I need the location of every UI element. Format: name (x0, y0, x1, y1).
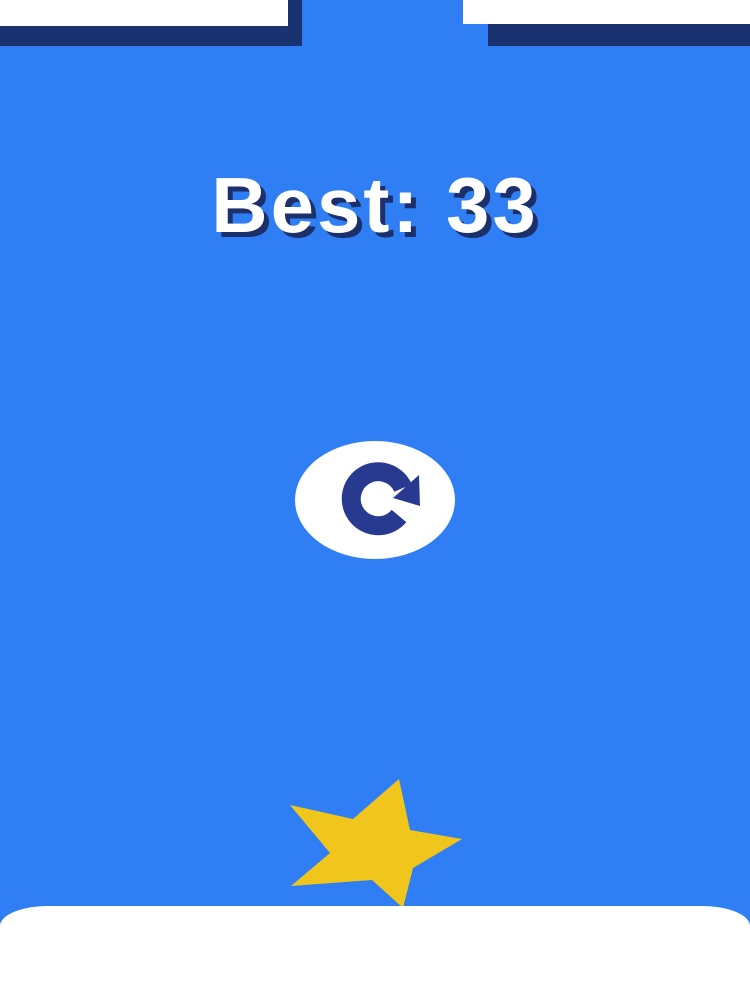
top-right-wall (463, 0, 750, 24)
bottom-floor (0, 906, 750, 1000)
top-left-wall (0, 0, 288, 26)
best-score: Best: 33 (211, 161, 539, 249)
star (290, 779, 462, 908)
restart-icon (341, 462, 420, 536)
game-screen: Best: 33 (0, 0, 750, 1000)
restart-button[interactable] (295, 441, 455, 559)
